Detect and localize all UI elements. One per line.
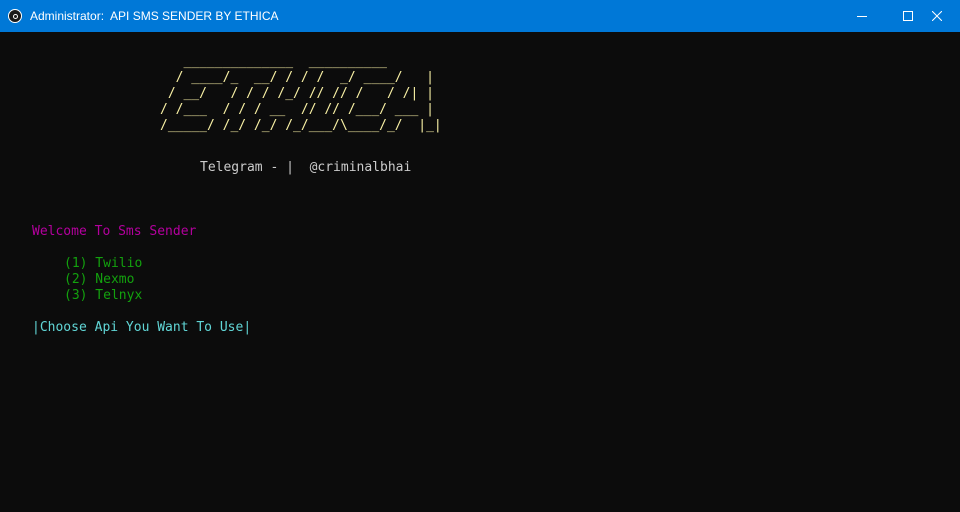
option-telnyx: (3) Telnyx xyxy=(64,288,143,303)
maximize-icon xyxy=(903,11,913,21)
banner-line-4: / /___ / / / __ // // /___/ ___ | xyxy=(160,102,434,117)
terminal-app-icon[interactable] xyxy=(8,9,22,23)
welcome-heading: Welcome To Sms Sender xyxy=(32,224,197,239)
minimize-button[interactable] xyxy=(839,0,885,32)
telegram-line: Telegram - | @criminalbhai xyxy=(200,160,412,175)
window-title: Administrator: API SMS SENDER BY ETHICA xyxy=(30,9,279,23)
app-icon-ring xyxy=(12,13,18,19)
banner-line-1: ______________ __________ xyxy=(160,54,387,69)
close-button[interactable] xyxy=(914,0,960,32)
minimize-icon xyxy=(857,16,867,17)
console-window: Administrator: API SMS SENDER BY ETHICA … xyxy=(0,0,960,512)
close-icon xyxy=(932,11,942,21)
banner-line-2: / ____/_ __/ / / / _/ ____/ | xyxy=(160,70,434,85)
choose-api-prompt: |Choose Api You Want To Use| xyxy=(32,320,252,335)
title-bar[interactable]: Administrator: API SMS SENDER BY ETHICA xyxy=(0,0,960,32)
option-twilio: (1) Twilio xyxy=(64,256,143,271)
banner-line-5: /_____/ /_/ /_/ /_/___/\____/_/ |_| xyxy=(160,118,442,133)
option-nexmo: (2) Nexmo xyxy=(64,272,135,287)
console-output[interactable]: ______________ __________ / ____/_ __/ /… xyxy=(0,32,960,512)
banner-line-3: / __/ / / / /_/ // // / / /| | xyxy=(160,86,434,101)
